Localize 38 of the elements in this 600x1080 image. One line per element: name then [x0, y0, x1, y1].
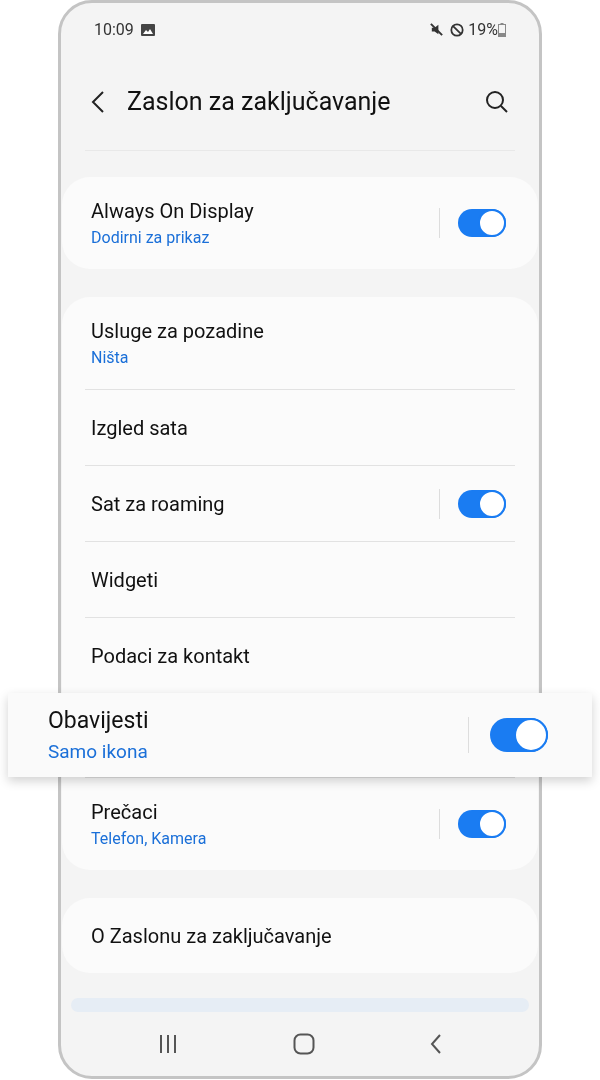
row-subtitle: Samo ikona: [48, 739, 149, 765]
settings-row[interactable]: O Zaslonu za zaključavanje: [62, 898, 538, 973]
row-title: Sat za roaming: [91, 490, 226, 518]
row-title: Usluge za pozadine: [91, 318, 265, 345]
settings-row[interactable]: Izgled sata: [62, 390, 538, 465]
page-title: Zaslon za zaključavanje: [127, 86, 392, 119]
row-title: Widgeti: [91, 566, 160, 594]
toggle-switch[interactable]: [458, 209, 506, 237]
do-not-disturb-icon: [450, 22, 465, 37]
settings-row[interactable]: Sat za roaming: [62, 466, 538, 541]
row-title: Obavijesti: [48, 705, 150, 736]
settings-row[interactable]: Podaci za kontakt: [62, 618, 538, 693]
toggle-switch[interactable]: [458, 810, 506, 838]
back-icon[interactable]: [429, 1034, 442, 1054]
row-subtitle: Ništa: [91, 347, 130, 369]
back-icon[interactable]: [91, 90, 105, 114]
recent-apps-icon[interactable]: [158, 1034, 179, 1054]
row-title: Prečaci: [91, 799, 159, 826]
toggle-switch[interactable]: [490, 718, 548, 752]
row-title: Izgled sata: [91, 414, 189, 442]
status-time: 10:09: [94, 18, 134, 41]
row-subtitle: Dodirni za prikaz: [91, 227, 211, 249]
battery-icon: [498, 22, 506, 37]
battery-percent: 19%: [468, 18, 498, 41]
toggle-switch[interactable]: [458, 489, 506, 518]
row-title: Podaci za kontakt: [91, 642, 251, 670]
mute-icon: [429, 22, 445, 37]
row-title: O Zaslonu za zaključavanje: [91, 922, 333, 950]
settings-row[interactable]: Prečaci Telefon, Kamera: [62, 778, 538, 870]
row-subtitle: Telefon, Kamera: [91, 828, 208, 850]
image-icon: [140, 23, 155, 36]
home-icon[interactable]: [293, 1033, 315, 1055]
row-title: Always On Display: [91, 198, 255, 225]
settings-row[interactable]: Always On Display Dodirni za prikaz: [62, 177, 538, 269]
settings-row[interactable]: Widgeti: [62, 542, 538, 617]
search-icon[interactable]: [485, 90, 509, 114]
settings-row[interactable]: Obavijesti Samo ikona: [8, 693, 592, 777]
settings-row[interactable]: Usluge za pozadine Ništa: [62, 297, 538, 389]
